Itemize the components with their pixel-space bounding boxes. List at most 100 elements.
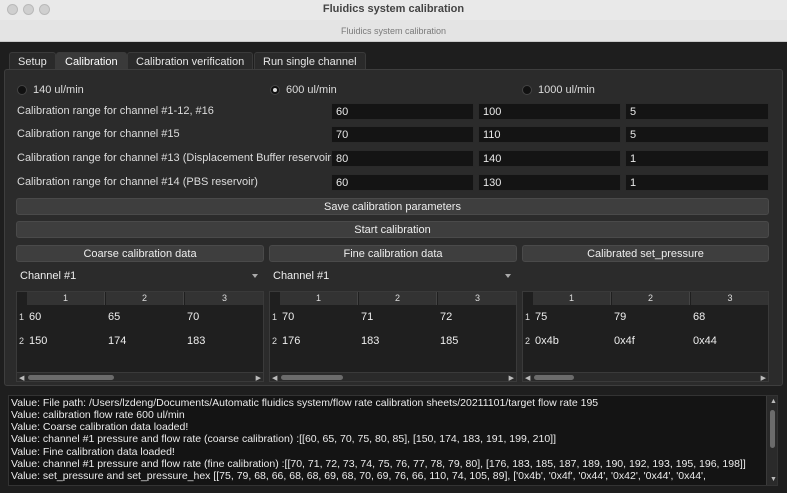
- column-header[interactable]: 2: [106, 292, 184, 305]
- tab-setup[interactable]: Setup: [9, 52, 56, 70]
- table-cell[interactable]: 68: [693, 311, 705, 323]
- radio-600[interactable]: 600 ul/min: [270, 83, 337, 97]
- column-header[interactable]: 3: [185, 292, 263, 305]
- scroll-left-icon[interactable]: ◀: [19, 374, 24, 381]
- fine-channel-select[interactable]: Channel #1: [269, 268, 517, 285]
- table-cell[interactable]: 183: [361, 335, 379, 347]
- table-cell[interactable]: 70: [282, 311, 294, 323]
- column-header[interactable]: 1: [280, 292, 358, 305]
- table-cell[interactable]: 72: [440, 311, 452, 323]
- coarse-data-table[interactable]: 1 2 3 1 2 60 65 70 150 174 183 ◀ ▶: [16, 291, 264, 382]
- table-cell[interactable]: 60: [29, 311, 41, 323]
- save-calibration-button[interactable]: Save calibration parameters: [16, 198, 769, 215]
- radio-dot: [522, 85, 532, 95]
- scrollbar-thumb[interactable]: [28, 375, 114, 380]
- log-line: Value: calibration flow rate 600 ul/min: [11, 409, 185, 421]
- window-title: Fluidics system calibration: [322, 3, 465, 15]
- chevron-down-icon: [252, 274, 258, 278]
- scroll-left-icon[interactable]: ◀: [525, 374, 530, 381]
- range-max-field[interactable]: 110: [478, 126, 621, 143]
- scroll-up-icon[interactable]: ▲: [770, 398, 777, 405]
- scrollbar-thumb[interactable]: [770, 410, 775, 448]
- column-header[interactable]: 3: [438, 292, 516, 305]
- select-value: Channel #1: [273, 270, 330, 282]
- log-line: Value: File path: /Users/lzdeng/Document…: [11, 397, 599, 409]
- radio-dot-selected: [270, 85, 280, 95]
- scrollbar-thumb[interactable]: [534, 375, 574, 380]
- scrollbar-thumb[interactable]: [281, 375, 343, 380]
- column-header[interactable]: 3: [691, 292, 768, 305]
- range-max-field[interactable]: 100: [478, 103, 621, 120]
- tab-calibration-verification[interactable]: Calibration verification: [127, 52, 254, 70]
- log-line: Value: Coarse calibration data loaded!: [11, 421, 189, 433]
- scroll-right-icon[interactable]: ▶: [761, 374, 766, 381]
- fine-data-table[interactable]: 1 2 3 1 2 70 71 72 176 183 185 ◀ ▶: [269, 291, 517, 382]
- row-header[interactable]: 1: [523, 312, 532, 322]
- table-cell[interactable]: 183: [187, 335, 205, 347]
- chevron-down-icon: [505, 274, 511, 278]
- column-header[interactable]: 2: [359, 292, 437, 305]
- row-header[interactable]: 2: [17, 336, 26, 346]
- scroll-down-icon[interactable]: ▼: [770, 476, 777, 483]
- row-header[interactable]: 2: [523, 336, 532, 346]
- range-label-13: Calibration range for channel #13 (Displ…: [17, 152, 335, 164]
- table-cell[interactable]: 176: [282, 335, 300, 347]
- range-step-field[interactable]: 5: [625, 126, 769, 143]
- scroll-right-icon[interactable]: ▶: [509, 374, 514, 381]
- start-calibration-button[interactable]: Start calibration: [16, 221, 769, 238]
- row-header[interactable]: 1: [17, 312, 26, 322]
- radio-label: 1000 ul/min: [538, 84, 595, 96]
- vertical-scrollbar[interactable]: ▲ ▼: [766, 396, 777, 485]
- row-header[interactable]: 1: [270, 312, 279, 322]
- table-cell[interactable]: 79: [614, 311, 626, 323]
- range-label-15: Calibration range for channel #15: [17, 128, 180, 140]
- range-step-field[interactable]: 5: [625, 103, 769, 120]
- table-cell[interactable]: 71: [361, 311, 373, 323]
- range-max-field[interactable]: 140: [478, 150, 621, 167]
- range-min-field[interactable]: 70: [331, 126, 474, 143]
- calibrated-pressure-button[interactable]: Calibrated set_pressure: [522, 245, 769, 262]
- radio-140[interactable]: 140 ul/min: [17, 83, 84, 97]
- tab-run-single-channel[interactable]: Run single channel: [254, 52, 366, 70]
- table-cell[interactable]: 75: [535, 311, 547, 323]
- log-output[interactable]: Value: File path: /Users/lzdeng/Document…: [8, 395, 778, 486]
- range-step-field[interactable]: 1: [625, 150, 769, 167]
- table-cell[interactable]: 70: [187, 311, 199, 323]
- horizontal-scrollbar[interactable]: ◀ ▶: [17, 372, 263, 381]
- table-cell[interactable]: 0x4b: [535, 335, 559, 347]
- horizontal-scrollbar[interactable]: ◀ ▶: [523, 372, 768, 381]
- range-label-1-12-16: Calibration range for channel #1-12, #16: [17, 105, 214, 117]
- table-cell[interactable]: 174: [108, 335, 126, 347]
- range-min-field[interactable]: 60: [331, 174, 474, 191]
- range-label-14: Calibration range for channel #14 (PBS r…: [17, 176, 258, 188]
- table-cell[interactable]: 0x44: [693, 335, 717, 347]
- log-line: Value: channel #1 pressure and flow rate…: [11, 458, 746, 470]
- radio-label: 140 ul/min: [33, 84, 84, 96]
- radio-dot: [17, 85, 27, 95]
- coarse-data-button[interactable]: Coarse calibration data: [16, 245, 264, 262]
- coarse-channel-select[interactable]: Channel #1: [16, 268, 264, 285]
- range-min-field[interactable]: 80: [331, 150, 474, 167]
- horizontal-scrollbar[interactable]: ◀ ▶: [270, 372, 516, 381]
- column-header[interactable]: 1: [27, 292, 105, 305]
- table-cell[interactable]: 185: [440, 335, 458, 347]
- table-cell[interactable]: 0x4f: [614, 335, 635, 347]
- radio-label: 600 ul/min: [286, 84, 337, 96]
- scroll-left-icon[interactable]: ◀: [272, 374, 277, 381]
- window-subtitle: Fluidics system calibration: [0, 20, 787, 42]
- log-line: Value: set_pressure and set_pressure_hex…: [11, 470, 706, 482]
- row-header[interactable]: 2: [270, 336, 279, 346]
- column-header[interactable]: 1: [533, 292, 611, 305]
- range-max-field[interactable]: 130: [478, 174, 621, 191]
- radio-1000[interactable]: 1000 ul/min: [522, 83, 595, 97]
- fine-data-button[interactable]: Fine calibration data: [269, 245, 517, 262]
- table-cell[interactable]: 150: [29, 335, 47, 347]
- scroll-right-icon[interactable]: ▶: [256, 374, 261, 381]
- range-step-field[interactable]: 1: [625, 174, 769, 191]
- range-min-field[interactable]: 60: [331, 103, 474, 120]
- title-bar: Fluidics system calibration: [0, 0, 787, 20]
- table-cell[interactable]: 65: [108, 311, 120, 323]
- calibrated-pressure-table[interactable]: 1 2 3 1 2 75 79 68 0x4b 0x4f 0x44 ◀ ▶: [522, 291, 769, 382]
- column-header[interactable]: 2: [612, 292, 690, 305]
- tab-calibration[interactable]: Calibration: [56, 52, 127, 70]
